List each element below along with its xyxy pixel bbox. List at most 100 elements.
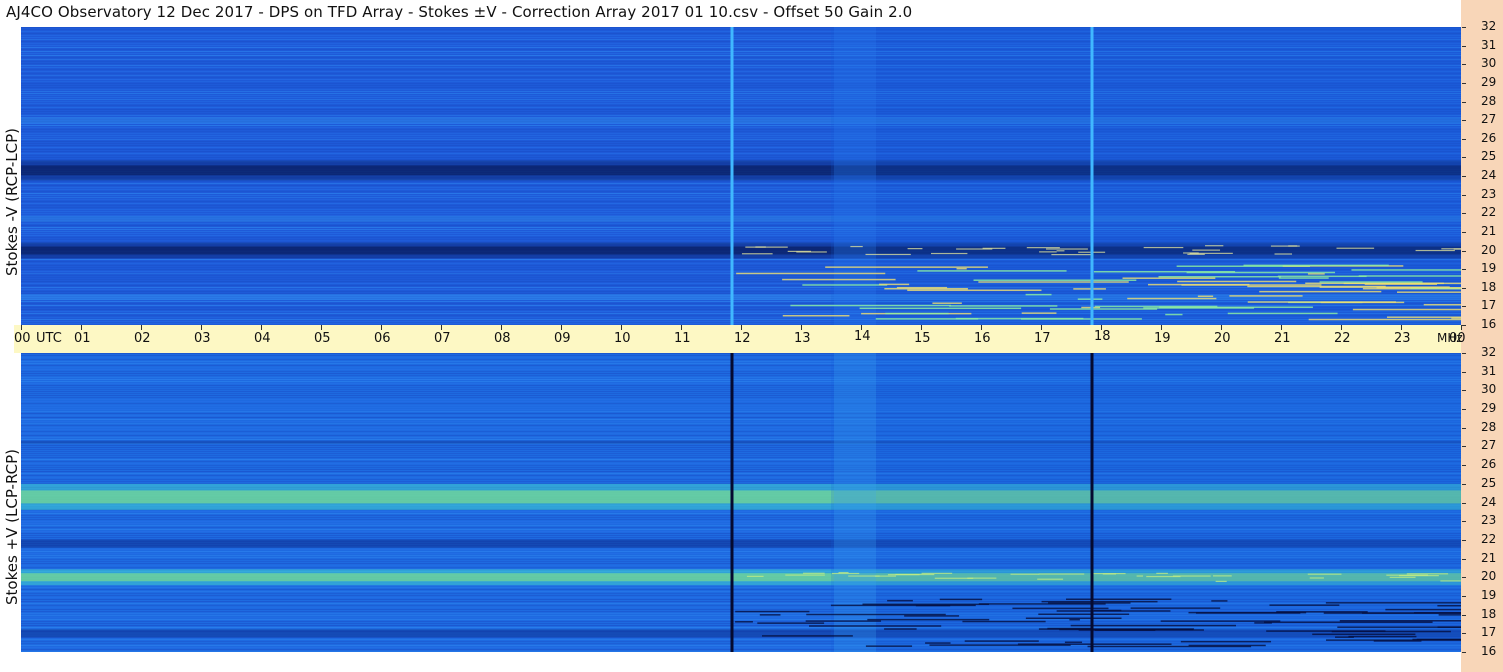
time-tick-mark (921, 325, 922, 330)
time-tick-label: 00 (14, 331, 31, 346)
utc-unit-label: UTC (36, 331, 62, 346)
interference-streak (1056, 250, 1065, 252)
time-tick-label: 06 (374, 331, 391, 346)
time-tick-label: 19 (1154, 331, 1171, 346)
interference-streak (1437, 604, 1461, 607)
utc-time-axis: 00 01 02 03 04 05 06 07 08 09 10 11 12 13 14 15 16 17 18 19… (14, 325, 1466, 353)
frequency-tick-label: 23 (1481, 186, 1497, 201)
frequency-tick-label: 19 (1481, 587, 1497, 602)
interference-streak (746, 575, 764, 577)
frequency-tick-label: 20 (1481, 569, 1497, 584)
frequency-tick-label: 25 (1481, 149, 1497, 164)
interference-streak (1038, 613, 1130, 616)
time-tick-label: 07 (434, 331, 451, 346)
frequency-tick-label: 16 (1481, 317, 1497, 331)
spectrogram-stokes-plus-v (21, 353, 1461, 652)
frequency-tick-mark (1462, 483, 1466, 485)
time-tick-mark (441, 325, 442, 330)
frequency-tick-label: 17 (1481, 625, 1497, 640)
daytime-region (831, 353, 1461, 652)
interference-streak (962, 620, 1046, 623)
interference-streak (1309, 577, 1324, 579)
interference-streak (879, 283, 910, 286)
interference-streak (1351, 269, 1461, 271)
interference-streak (1278, 277, 1329, 279)
interference-streak (1010, 573, 1040, 575)
interference-streak (1308, 318, 1461, 321)
interference-streak (782, 278, 896, 281)
interference-streak (955, 317, 1084, 320)
interference-streak (1331, 630, 1451, 633)
interference-streak (934, 577, 974, 579)
interference-streak (1385, 608, 1461, 611)
interference-streak (838, 571, 849, 574)
interference-streak (925, 642, 951, 644)
interference-streak (1399, 575, 1439, 577)
interference-streak (1037, 578, 1064, 580)
interference-streak (887, 599, 913, 602)
interference-streak (1012, 607, 1109, 610)
frequency-tick-mark (1462, 82, 1466, 84)
interference-streak (1254, 622, 1272, 624)
interference-streak (1438, 614, 1461, 616)
spectrogram-bottom-svg (21, 353, 1461, 652)
frequency-tick-label: 19 (1481, 261, 1497, 276)
interference-streak (1406, 573, 1449, 575)
frequency-tick-label: 22 (1481, 205, 1497, 220)
interference-streak (1160, 620, 1281, 622)
interference-streak (1180, 640, 1272, 643)
interference-streak (1229, 295, 1303, 297)
frequency-tick-label: 32 (1481, 345, 1497, 359)
interference-streak (915, 604, 951, 607)
y-axis-label-stokes-plus-v: Stokes +V (LCP-RCP) (3, 449, 21, 605)
frequency-tick-mark (1462, 558, 1466, 560)
frequency-tick-label: 28 (1481, 419, 1497, 434)
interference-streak (884, 287, 968, 290)
time-tick-label: 05 (314, 331, 331, 346)
frequency-tick-label: 27 (1481, 438, 1497, 453)
time-tick-label: 15 (914, 331, 931, 346)
time-tick-mark (501, 325, 502, 330)
interference-streak (790, 304, 951, 307)
interference-streak (865, 253, 911, 256)
frequency-tick-label: 21 (1481, 223, 1497, 238)
time-tick-mark (1341, 325, 1342, 330)
spectrogram-top-svg (21, 27, 1461, 325)
frequency-tick-label: 24 (1481, 168, 1497, 182)
interference-streak (850, 245, 863, 248)
frequency-tick-label: 23 (1481, 513, 1497, 528)
time-tick-mark (1281, 325, 1282, 330)
time-tick-mark (741, 325, 742, 330)
interference-streak (759, 614, 781, 616)
interference-streak (1093, 609, 1122, 612)
frequency-tick-mark (1462, 27, 1466, 28)
time-tick-label: 21 (1274, 331, 1291, 346)
time-tick-mark (801, 325, 802, 330)
interference-streak (809, 625, 942, 627)
interference-streak (745, 246, 788, 248)
interference-streak (1215, 580, 1227, 583)
interference-streak (1247, 301, 1396, 303)
interference-streak (1143, 246, 1184, 249)
interference-streak (1397, 291, 1461, 293)
interference-streak (895, 573, 935, 576)
frequency-tick-mark (1462, 521, 1466, 523)
time-tick-mark (861, 325, 862, 330)
interference-streak (1048, 602, 1131, 604)
interference-streak (1041, 600, 1158, 603)
interference-streak (1026, 247, 1060, 249)
frequency-tick-mark (1462, 633, 1466, 635)
interference-streak (757, 622, 825, 624)
interference-streak (735, 610, 810, 613)
interference-streak (1094, 629, 1156, 631)
time-tick-label: 09 (554, 331, 571, 346)
frequency-tick-label: 22 (1481, 531, 1497, 546)
time-tick-label: 11 (674, 331, 691, 346)
interference-streak (964, 640, 1039, 642)
frequency-tick-label: 29 (1481, 74, 1497, 89)
interference-streak (1186, 271, 1336, 274)
interference-streak (1386, 316, 1461, 318)
interference-streak (1358, 275, 1461, 277)
interference-streak (1130, 607, 1221, 609)
time-tick-label: 13 (794, 331, 811, 346)
